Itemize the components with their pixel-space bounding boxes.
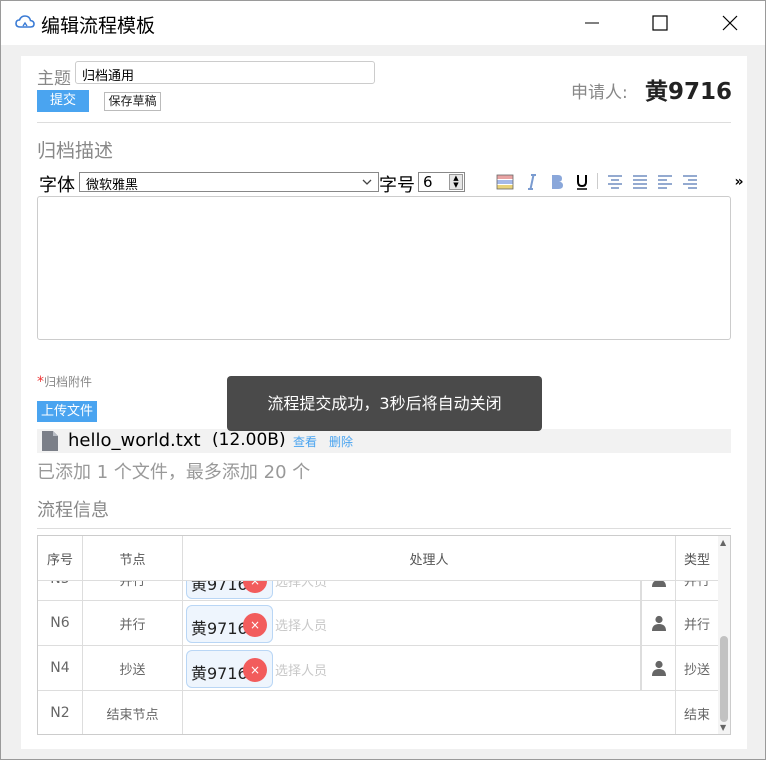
handler-tag: 黄9716 × bbox=[186, 605, 273, 643]
header-divider bbox=[38, 580, 718, 581]
color-bars-icon bbox=[496, 174, 514, 190]
description-section-title: 归档描述 bbox=[37, 140, 114, 162]
align-justify-icon bbox=[633, 175, 647, 189]
subject-input[interactable]: 归档通用 bbox=[75, 61, 375, 84]
align-right-icon bbox=[683, 175, 697, 189]
handler-name: 黄9716 bbox=[191, 664, 248, 683]
font-select-value: 微软雅黑 bbox=[86, 178, 139, 193]
submit-button[interactable]: 提交 bbox=[37, 90, 89, 112]
editor-toolbar: 字体 微软雅黑 字号 6 ▲ ▼ » bbox=[37, 170, 744, 196]
minimize-icon bbox=[585, 22, 599, 24]
font-size-value: 6 bbox=[423, 173, 433, 191]
col-header-node: 节点 bbox=[83, 536, 183, 580]
handler-name: 黄9716 bbox=[191, 619, 248, 638]
row-number: N2 bbox=[38, 691, 83, 734]
file-size: (12.00B) bbox=[212, 430, 286, 450]
align-left-icon bbox=[658, 175, 672, 189]
divider bbox=[37, 122, 731, 123]
row-node: 抄送 bbox=[83, 646, 183, 690]
select-person-placeholder[interactable]: 选择人员 bbox=[275, 615, 327, 634]
align-center-icon bbox=[608, 175, 622, 189]
bold-button[interactable] bbox=[547, 172, 567, 192]
remove-handler-button[interactable]: × bbox=[243, 613, 267, 637]
applicant-value: 黄9716 bbox=[645, 79, 733, 105]
applicant-label: 申请人: bbox=[571, 83, 628, 103]
underline-button[interactable] bbox=[572, 172, 592, 192]
font-select[interactable]: 微软雅黑 bbox=[79, 172, 379, 193]
more-tools-button[interactable]: » bbox=[729, 172, 749, 192]
size-label: 字号 bbox=[379, 175, 415, 196]
flow-section-title: 流程信息 bbox=[37, 500, 109, 521]
toolbar-separator bbox=[597, 173, 598, 189]
font-label: 字体 bbox=[39, 175, 75, 196]
row-type: 并行 bbox=[683, 617, 710, 633]
file-item: hello_world.txt (12.00B) 查看 删除 bbox=[37, 429, 731, 453]
table-row: N4 抄送 黄9716 × 选择人员 抄送 bbox=[38, 645, 718, 690]
required-mark: * bbox=[37, 374, 44, 390]
row-node: 结束节点 bbox=[83, 691, 183, 734]
row-handler: 黄9716 × 选择人员 bbox=[183, 601, 676, 645]
align-justify-button[interactable] bbox=[630, 172, 650, 192]
save-draft-button[interactable]: 保存草稿 bbox=[104, 92, 161, 111]
file-count-text: 已添加 1 个文件，最多添加 20 个 bbox=[37, 462, 311, 483]
close-icon bbox=[722, 15, 738, 31]
close-button[interactable] bbox=[695, 1, 765, 45]
col-header-no: 序号 bbox=[38, 536, 83, 580]
maximize-icon bbox=[652, 15, 668, 31]
scroll-up-icon[interactable]: ▲ bbox=[720, 538, 726, 547]
handler-tag: 黄9716 × bbox=[186, 650, 273, 688]
select-person-placeholder[interactable]: 选择人员 bbox=[275, 660, 327, 679]
underline-icon bbox=[577, 175, 587, 190]
person-icon bbox=[652, 660, 666, 676]
person-icon bbox=[652, 615, 666, 631]
col-header-type: 类型 bbox=[676, 536, 718, 580]
align-center-button[interactable] bbox=[605, 172, 625, 192]
scrollbar-thumb[interactable] bbox=[720, 636, 728, 722]
table-scrollbar[interactable]: ▲ ▼ bbox=[718, 536, 730, 734]
font-size-stepper[interactable]: 6 ▲ ▼ bbox=[418, 172, 465, 192]
upload-file-button[interactable]: 上传文件 bbox=[37, 401, 97, 422]
table-row: N2 结束节点 结束 bbox=[38, 690, 718, 734]
row-handler bbox=[183, 691, 676, 734]
dialog-window: 编辑流程模板 主题 归档通用 提交 保存草稿 申请人: 黄9716 归档描述 字… bbox=[0, 0, 766, 760]
file-icon bbox=[42, 431, 58, 451]
attachments-label: *归档附件 bbox=[37, 373, 92, 390]
italic-icon bbox=[528, 174, 536, 190]
delete-file-link[interactable]: 删除 bbox=[329, 433, 353, 450]
maximize-button[interactable] bbox=[625, 1, 695, 45]
title-bar[interactable]: 编辑流程模板 bbox=[1, 1, 765, 45]
success-toast: 流程提交成功，3秒后将自动关闭 bbox=[227, 376, 542, 431]
attachments-label-text: 归档附件 bbox=[44, 375, 93, 389]
row-handler: 黄9716 × 选择人员 bbox=[183, 646, 676, 690]
scroll-down-icon[interactable]: ▼ bbox=[720, 723, 726, 732]
file-name: hello_world.txt bbox=[68, 430, 201, 451]
row-number: N4 bbox=[38, 646, 83, 690]
bold-icon bbox=[552, 175, 563, 189]
row-number: N6 bbox=[38, 601, 83, 645]
select-person-button[interactable] bbox=[640, 646, 676, 690]
col-header-handler: 处理人 bbox=[183, 536, 676, 580]
cloud-app-icon bbox=[15, 15, 35, 28]
flow-table: N5 并行 黄9716 × 选择人员 并行 序号 节点 处理人 类型 bbox=[37, 535, 731, 735]
select-person-button[interactable] bbox=[640, 601, 676, 645]
text-color-button[interactable] bbox=[495, 172, 515, 192]
window-title: 编辑流程模板 bbox=[41, 15, 156, 37]
spinner-arrows-icon[interactable]: ▲ ▼ bbox=[449, 174, 463, 190]
chevron-down-icon bbox=[362, 179, 372, 185]
row-type: 抄送 bbox=[683, 662, 710, 678]
row-node: 并行 bbox=[83, 601, 183, 645]
divider bbox=[37, 528, 731, 529]
table-row: N6 并行 黄9716 × 选择人员 并行 bbox=[38, 600, 718, 645]
subject-label: 主题 bbox=[37, 69, 71, 89]
description-editor[interactable] bbox=[37, 196, 731, 340]
align-left-button[interactable] bbox=[655, 172, 675, 192]
minimize-button[interactable] bbox=[557, 1, 627, 45]
remove-handler-button[interactable]: × bbox=[243, 658, 267, 682]
view-file-link[interactable]: 查看 bbox=[293, 433, 317, 450]
align-right-button[interactable] bbox=[680, 172, 700, 192]
italic-button[interactable] bbox=[521, 172, 541, 192]
row-type: 结束 bbox=[683, 707, 710, 723]
